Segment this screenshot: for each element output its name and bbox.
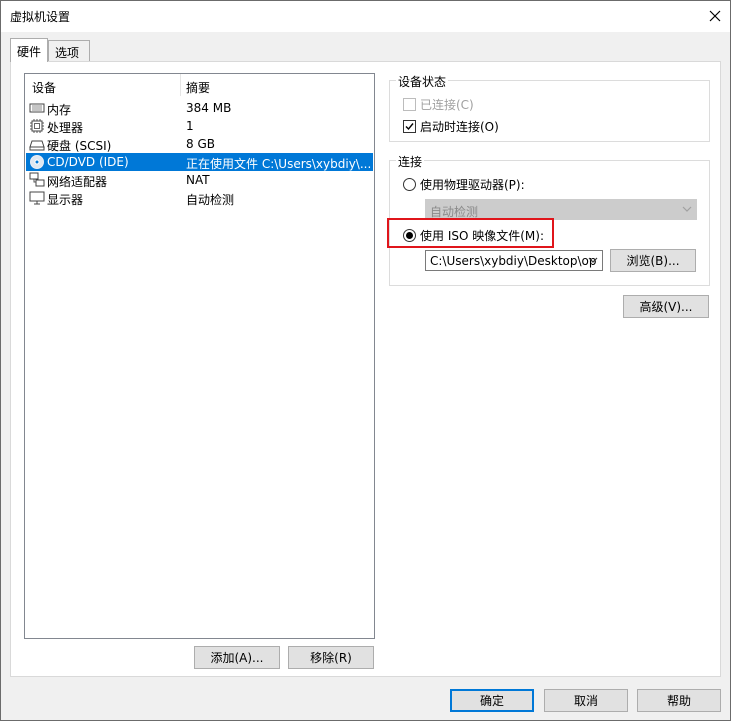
network-adapter-icon (29, 172, 45, 187)
connect-at-power-on-label: 启动时连接(O) (420, 120, 499, 134)
processor-icon (30, 119, 44, 133)
device-row-harddisk[interactable]: 硬盘 (SCSI) 8 GB (26, 135, 373, 153)
device-summary: 自动检测 (186, 193, 235, 207)
device-name: 处理器 (47, 121, 84, 135)
chevron-down-icon (682, 206, 692, 212)
tab-options-label: 选项 (55, 46, 80, 60)
device-status-title: 设备状态 (396, 73, 449, 90)
device-name: 网络适配器 (47, 175, 108, 189)
cancel-button[interactable]: 取消 (544, 689, 628, 712)
device-row-processor[interactable]: 处理器 1 (26, 117, 373, 135)
device-row-cd-dvd[interactable]: CD/DVD (IDE) 正在使用文件 C:\Users\xybdiy\... (26, 153, 373, 171)
device-row-memory[interactable]: 内存 384 MB (26, 99, 373, 117)
add-button[interactable]: 添加(A)... (194, 646, 280, 669)
iso-path-combobox[interactable]: C:\Users\xybdiy\Desktop\op (425, 250, 603, 271)
device-name: 硬盘 (SCSI) (47, 139, 112, 153)
physical-drive-select[interactable]: 自动检测 (425, 199, 697, 220)
window-title: 虚拟机设置 (10, 10, 71, 24)
close-button[interactable] (700, 1, 730, 31)
use-physical-drive-label: 使用物理驱动器(P): (420, 178, 525, 192)
device-summary: NAT (186, 173, 210, 187)
device-summary: 384 MB (186, 101, 232, 115)
connected-label: 已连接(C) (420, 98, 474, 112)
checkbox-box (403, 98, 416, 111)
device-summary: 1 (186, 119, 194, 133)
memory-icon (29, 103, 45, 113)
close-icon (709, 10, 721, 22)
checkmark-icon (405, 123, 414, 131)
device-name: CD/DVD (IDE) (47, 155, 129, 169)
radio-circle (403, 178, 416, 191)
connect-at-power-on-checkbox[interactable]: 启动时连接(O) (403, 118, 499, 135)
column-header-summary[interactable]: 摘要 (186, 79, 210, 96)
iso-path-value: C:\Users\xybdiy\Desktop\op (430, 254, 597, 268)
cd-dvd-icon (30, 155, 44, 169)
title-bar: 虚拟机设置 (1, 1, 730, 32)
browse-button[interactable]: 浏览(B)... (610, 249, 696, 272)
device-summary: 正在使用文件 C:\Users\xybdiy\... (186, 157, 372, 171)
remove-button[interactable]: 移除(R) (288, 646, 374, 669)
tab-hardware[interactable]: 硬件 (10, 38, 48, 62)
physical-drive-value: 自动检测 (430, 205, 479, 219)
device-list-header: 设备 摘要 (25, 74, 374, 97)
checkbox-box (403, 120, 416, 133)
use-physical-drive-radio[interactable]: 使用物理驱动器(P): (403, 176, 525, 193)
display-icon (29, 191, 45, 205)
ok-button[interactable]: 确定 (450, 689, 534, 712)
tab-options[interactable]: 选项 (48, 40, 90, 62)
chevron-down-icon (588, 257, 598, 263)
device-name: 内存 (47, 103, 72, 117)
device-status-group: 设备状态 已连接(C) 启动时连接(O) (389, 73, 710, 142)
column-header-device[interactable]: 设备 (32, 79, 56, 96)
device-row-network-adapter[interactable]: 网络适配器 NAT (26, 171, 373, 189)
tab-hardware-label: 硬件 (17, 45, 42, 59)
device-list[interactable]: 设备 摘要 内存 384 MB 处理器 1 硬盘 (SCSI) 8 GB CD/… (24, 73, 375, 639)
device-row-display[interactable]: 显示器 自动检测 (26, 189, 373, 207)
device-summary: 8 GB (186, 137, 215, 151)
column-separator[interactable] (180, 74, 181, 96)
help-button[interactable]: 帮助 (637, 689, 721, 712)
connected-checkbox[interactable]: 已连接(C) (403, 96, 474, 113)
connection-title: 连接 (396, 153, 425, 170)
advanced-button[interactable]: 高级(V)... (623, 295, 709, 318)
hardware-tab-panel: 设备 摘要 内存 384 MB 处理器 1 硬盘 (SCSI) 8 GB CD/… (10, 61, 721, 677)
vm-settings-window: 虚拟机设置 硬件 选项 设备 摘要 内存 384 MB 处理器 1 硬盘 (SC… (0, 0, 731, 721)
iso-option-highlight (387, 218, 554, 248)
harddisk-icon (29, 140, 45, 151)
device-name: 显示器 (47, 193, 84, 207)
